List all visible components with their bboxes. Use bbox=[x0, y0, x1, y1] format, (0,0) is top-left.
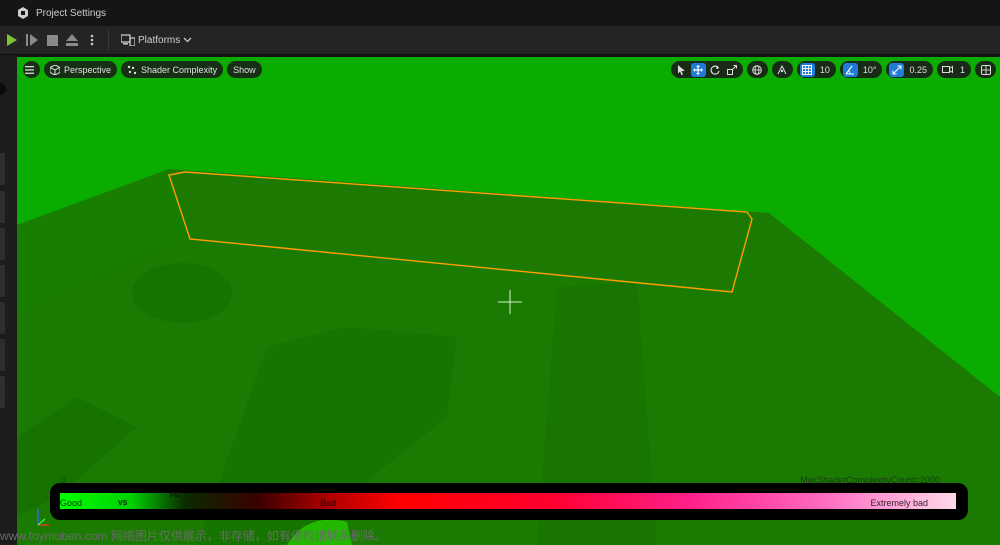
side-tab-2[interactable] bbox=[0, 191, 5, 223]
transform-tools-group bbox=[670, 61, 743, 78]
vs-marker: VS bbox=[118, 500, 128, 507]
layout-grid-icon bbox=[980, 64, 991, 75]
scale-snap-value[interactable]: 0.25 bbox=[906, 65, 930, 75]
unreal-logo-icon bbox=[18, 7, 28, 19]
play-button[interactable] bbox=[4, 32, 20, 48]
complexity-gradient-bar: PS VS Good Bad Extremely bad bbox=[60, 492, 956, 509]
collapse-handle[interactable] bbox=[0, 83, 6, 95]
world-space-button[interactable] bbox=[750, 63, 765, 77]
viewport-menu-button[interactable] bbox=[23, 61, 40, 78]
shader-complexity-icon bbox=[127, 65, 137, 74]
side-tab-3[interactable] bbox=[0, 228, 5, 260]
camera-speed-value[interactable]: 1 bbox=[957, 65, 968, 75]
camera-speed-button[interactable] bbox=[940, 63, 955, 77]
scale-snap-group: 0.25 bbox=[886, 61, 933, 78]
show-button[interactable]: Show bbox=[227, 61, 262, 78]
title-bar: Project Settings bbox=[0, 0, 1000, 26]
axis-gizmo-icon bbox=[37, 509, 49, 526]
window-title: Project Settings bbox=[36, 7, 107, 19]
rotate-mode-button[interactable] bbox=[708, 63, 723, 77]
surface-snap-button[interactable] bbox=[775, 63, 790, 77]
ps-marker: PS bbox=[170, 492, 180, 499]
scale-mode-button[interactable] bbox=[725, 63, 740, 77]
rotation-snap-value[interactable]: 10° bbox=[860, 65, 880, 75]
step-button[interactable] bbox=[24, 32, 40, 48]
layout-group bbox=[975, 61, 996, 78]
grid-snap-toggle[interactable] bbox=[799, 62, 815, 77]
eject-button[interactable] bbox=[64, 32, 80, 48]
rotation-snap-group: 10° bbox=[839, 61, 883, 78]
coordinate-system-group bbox=[746, 61, 768, 78]
globe-icon bbox=[752, 64, 763, 75]
side-tab-7[interactable] bbox=[0, 376, 5, 408]
left-side-strip bbox=[0, 55, 17, 545]
stop-icon bbox=[46, 34, 58, 46]
scale-snap-toggle[interactable] bbox=[889, 62, 905, 77]
platforms-menu[interactable]: Platforms bbox=[121, 34, 195, 46]
select-mode-button[interactable] bbox=[674, 63, 689, 77]
perspective-label: Perspective bbox=[64, 64, 112, 75]
scale-icon bbox=[727, 64, 738, 75]
viewport-layout-button[interactable] bbox=[978, 63, 993, 77]
extremely-bad-label: Extremely bad bbox=[870, 498, 928, 508]
watermark-text: www.toymoban.com 网络图片仅供展示，非存储，如有侵权请联系删除。 bbox=[0, 529, 387, 543]
more-options-button[interactable] bbox=[84, 32, 100, 48]
side-tab-6[interactable] bbox=[0, 339, 5, 371]
camera-speed-group: 1 bbox=[936, 61, 971, 78]
level-viewport[interactable]: Perspective Shader Complexity Show 10 10… bbox=[17, 57, 1000, 545]
bad-label: Bad bbox=[320, 498, 337, 508]
side-tab-1[interactable] bbox=[0, 153, 5, 185]
platforms-label: Platforms bbox=[138, 34, 181, 46]
rotate-icon bbox=[710, 65, 720, 75]
platforms-icon bbox=[121, 34, 135, 46]
main-toolbar: Platforms bbox=[0, 26, 1000, 55]
hamburger-icon bbox=[25, 65, 34, 74]
view-mode-button[interactable]: Shader Complexity bbox=[121, 61, 224, 78]
grid-snap-value[interactable]: 10 bbox=[817, 65, 833, 75]
grid-icon bbox=[802, 64, 813, 75]
scene-render bbox=[17, 169, 1000, 545]
move-arrows-icon bbox=[693, 64, 704, 75]
surface-snap-group bbox=[771, 61, 793, 78]
viewport-transform-bar: 10 10° 0.25 1 bbox=[670, 61, 996, 78]
perspective-button[interactable]: Perspective bbox=[44, 61, 118, 78]
camera-icon bbox=[941, 65, 953, 74]
grid-snap-group: 10 bbox=[796, 61, 836, 78]
chevron-down-icon bbox=[183, 37, 192, 43]
eject-icon bbox=[66, 34, 78, 46]
surface-snap-icon bbox=[777, 64, 787, 74]
good-label: Good bbox=[60, 498, 83, 508]
translate-mode-button[interactable] bbox=[690, 62, 706, 77]
viewport-options-bar: Perspective Shader Complexity Show bbox=[23, 61, 262, 78]
stop-button[interactable] bbox=[44, 32, 60, 48]
rotation-snap-toggle[interactable] bbox=[842, 62, 858, 77]
side-tab-5[interactable] bbox=[0, 302, 5, 334]
cursor-icon bbox=[677, 64, 685, 75]
toolbar-divider bbox=[108, 30, 109, 50]
show-label: Show bbox=[233, 64, 256, 75]
scale-snap-icon bbox=[892, 64, 902, 75]
side-tab-4[interactable] bbox=[0, 265, 5, 297]
more-icon bbox=[90, 34, 94, 46]
cube-icon bbox=[50, 64, 60, 75]
view-mode-label: Shader Complexity bbox=[141, 64, 218, 75]
step-icon bbox=[26, 34, 38, 46]
play-icon bbox=[7, 34, 17, 46]
angle-icon bbox=[845, 65, 855, 75]
shader-complexity-legend: PS VS Good Bad Extremely bad bbox=[50, 483, 968, 520]
